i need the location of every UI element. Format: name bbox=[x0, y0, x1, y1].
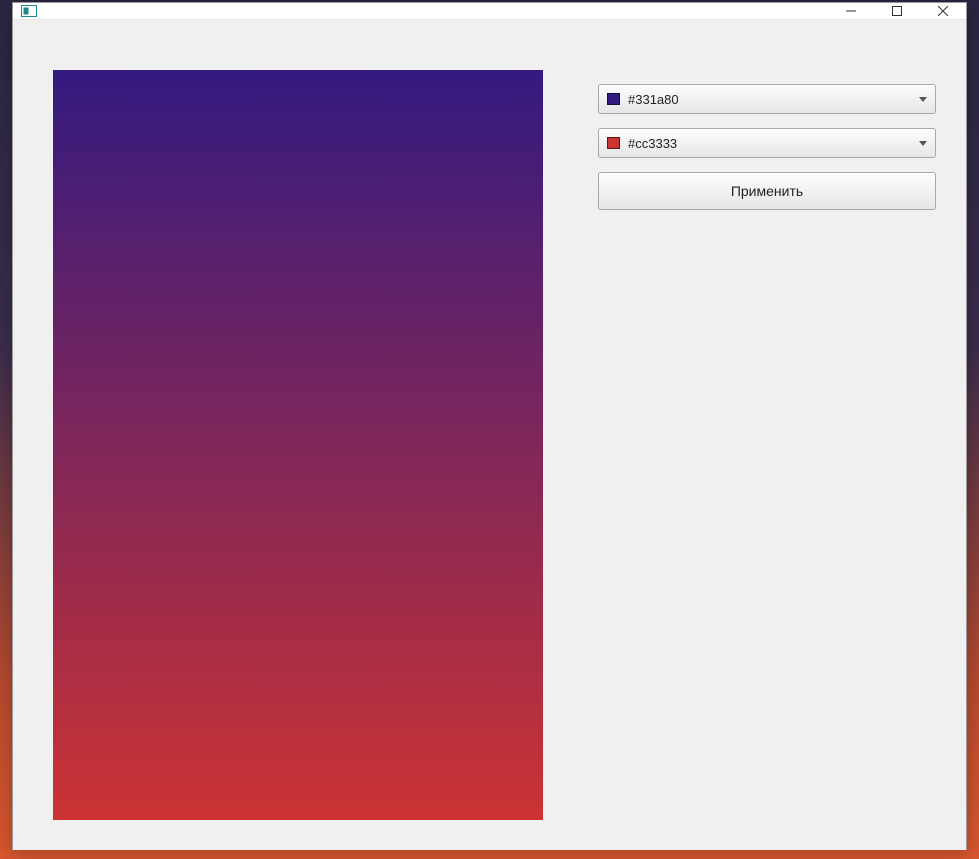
chevron-down-icon bbox=[919, 141, 927, 146]
color-bottom-label: #cc3333 bbox=[628, 136, 919, 151]
title-left bbox=[13, 3, 45, 19]
minimize-button[interactable] bbox=[828, 3, 874, 19]
color-top-label: #331a80 bbox=[628, 92, 919, 107]
color-swatch-icon bbox=[607, 93, 620, 105]
window-controls bbox=[828, 3, 966, 19]
application-window: #331a80 #cc3333 Применить bbox=[12, 2, 967, 850]
gradient-preview bbox=[53, 70, 543, 820]
close-button[interactable] bbox=[920, 3, 966, 19]
color-swatch-icon bbox=[607, 137, 620, 149]
controls-panel: #331a80 #cc3333 Применить bbox=[598, 70, 936, 820]
color-bottom-combo[interactable]: #cc3333 bbox=[598, 128, 936, 158]
maximize-button[interactable] bbox=[874, 3, 920, 19]
apply-button-label: Применить bbox=[731, 183, 803, 199]
client-area: #331a80 #cc3333 Применить bbox=[13, 20, 966, 850]
chevron-down-icon bbox=[919, 97, 927, 102]
color-top-combo[interactable]: #331a80 bbox=[598, 84, 936, 114]
app-icon bbox=[21, 3, 37, 19]
titlebar[interactable] bbox=[13, 3, 966, 20]
apply-button[interactable]: Применить bbox=[598, 172, 936, 210]
